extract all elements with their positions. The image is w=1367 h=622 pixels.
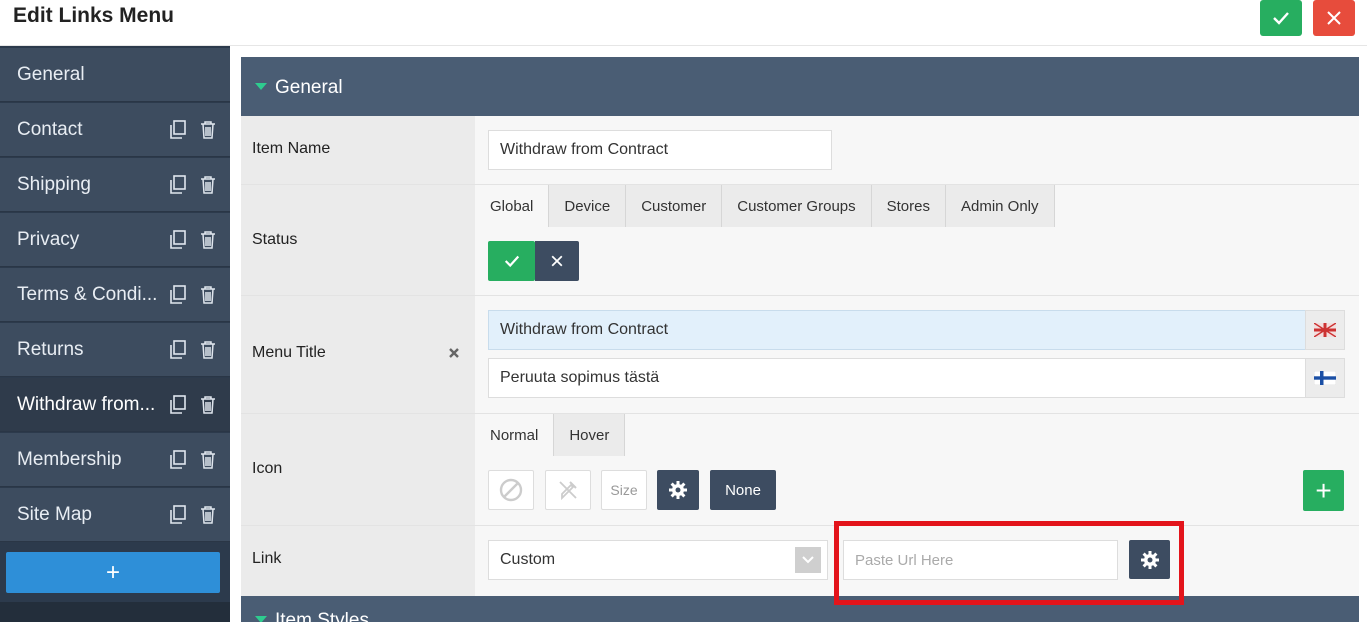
- dialog-header: Edit Links Menu: [0, 0, 1367, 46]
- icon-settings-button[interactable]: [657, 470, 699, 510]
- general-panel-header[interactable]: General: [241, 57, 1359, 116]
- icon-size-button[interactable]: Size: [601, 470, 647, 510]
- general-panel-body: Item Name Withdraw from Contract Status …: [241, 116, 1359, 596]
- item-styles-panel-header[interactable]: Item Styles: [241, 596, 1359, 622]
- close-button[interactable]: [1313, 0, 1355, 36]
- icon-label: Icon: [252, 460, 283, 477]
- sidebar-item-shipping[interactable]: Shipping: [0, 158, 230, 212]
- status-row: Status Global Device Customer Customer G…: [241, 185, 1359, 296]
- sidebar-item-label: Membership: [17, 449, 122, 470]
- tab-global[interactable]: Global: [475, 185, 550, 227]
- trash-icon[interactable]: [199, 175, 217, 195]
- gear-icon: [1140, 550, 1159, 569]
- trash-icon[interactable]: [199, 120, 217, 140]
- trash-icon[interactable]: [199, 230, 217, 250]
- sidebar-footer: [0, 602, 230, 622]
- sidebar: General Contact Shipping Privacy Terms &…: [0, 46, 230, 622]
- icon-tabs: Normal Hover: [475, 414, 626, 456]
- add-item-button[interactable]: +: [6, 552, 220, 593]
- caret-down-icon: [255, 83, 267, 90]
- sidebar-item-site-map[interactable]: Site Map: [0, 488, 230, 542]
- sidebar-item-label: Privacy: [17, 229, 80, 250]
- sidebar-item-label: Site Map: [17, 504, 92, 525]
- trash-icon[interactable]: [199, 285, 217, 305]
- copy-icon[interactable]: [169, 505, 187, 525]
- copy-icon[interactable]: [169, 340, 187, 360]
- clear-icon[interactable]: [448, 347, 460, 359]
- trash-icon[interactable]: [199, 340, 217, 360]
- copy-icon[interactable]: [169, 285, 187, 305]
- sidebar-item-general[interactable]: General: [0, 48, 230, 102]
- menu-title-fi-input[interactable]: Peruuta sopimus tästä: [488, 358, 1306, 398]
- no-icon-button[interactable]: [488, 470, 534, 510]
- item-name-row: Item Name Withdraw from Contract: [241, 116, 1359, 185]
- sidebar-item-terms[interactable]: Terms & Condi...: [0, 268, 230, 322]
- status-tabs: Global Device Customer Customer Groups S…: [475, 185, 1055, 227]
- close-icon: [551, 255, 563, 267]
- link-settings-button[interactable]: [1129, 540, 1170, 579]
- status-enable-toggle[interactable]: [488, 241, 535, 281]
- tab-device[interactable]: Device: [549, 185, 627, 227]
- tab-normal[interactable]: Normal: [475, 414, 555, 456]
- flag-uk-icon[interactable]: [1305, 310, 1345, 350]
- tab-admin-only[interactable]: Admin Only: [945, 185, 1055, 227]
- sidebar-item-withdraw[interactable]: Withdraw from...: [0, 378, 230, 432]
- check-icon: [1273, 12, 1289, 25]
- tab-stores[interactable]: Stores: [871, 185, 946, 227]
- panel-title: General: [275, 77, 343, 98]
- icon-row: Icon Normal Hover Size None +: [241, 414, 1359, 526]
- link-row: Link Custom Paste Url Here: [241, 526, 1359, 596]
- caret-down-icon: [255, 616, 267, 622]
- menu-title-en-input[interactable]: Withdraw from Contract: [488, 310, 1306, 350]
- menu-title-row: Menu Title Withdraw from Contract Peruut…: [241, 296, 1359, 414]
- panel-title: Item Styles: [275, 610, 369, 622]
- link-type-value: Custom: [500, 551, 556, 568]
- menu-title-label: Menu Title: [252, 344, 326, 361]
- trash-icon[interactable]: [199, 450, 217, 470]
- ban-icon: [499, 478, 523, 502]
- tab-hover[interactable]: Hover: [554, 414, 626, 456]
- add-icon-button[interactable]: +: [1303, 470, 1344, 511]
- tab-customer[interactable]: Customer: [626, 185, 723, 227]
- eyedropper-off-icon: [559, 481, 577, 501]
- chevron-down-icon[interactable]: [795, 547, 821, 573]
- sidebar-item-label: Withdraw from...: [17, 394, 156, 415]
- check-icon: [504, 255, 519, 268]
- sidebar-item-label: Shipping: [17, 174, 91, 195]
- copy-icon[interactable]: [169, 230, 187, 250]
- sidebar-item-returns[interactable]: Returns: [0, 323, 230, 377]
- trash-icon[interactable]: [199, 505, 217, 525]
- sidebar-item-label: Contact: [17, 119, 83, 140]
- item-name-label: Item Name: [252, 140, 331, 157]
- sidebar-item-privacy[interactable]: Privacy: [0, 213, 230, 267]
- sidebar-item-membership[interactable]: Membership: [0, 433, 230, 487]
- sidebar-item-label: Terms & Condi...: [17, 284, 158, 305]
- link-url-input[interactable]: Paste Url Here: [843, 540, 1118, 580]
- status-label: Status: [252, 231, 298, 248]
- main-panel: General Item Name Withdraw from Contract…: [230, 46, 1367, 622]
- status-disable-toggle[interactable]: [535, 241, 579, 281]
- link-type-select[interactable]: Custom: [488, 540, 828, 580]
- copy-icon[interactable]: [169, 395, 187, 415]
- close-icon: [1327, 11, 1341, 25]
- trash-icon[interactable]: [199, 395, 217, 415]
- no-color-button[interactable]: [545, 470, 591, 510]
- link-label: Link: [252, 550, 282, 567]
- icon-none-button[interactable]: None: [710, 470, 776, 510]
- sidebar-item-label: Returns: [17, 339, 84, 360]
- flag-finland-icon[interactable]: [1305, 358, 1345, 398]
- sidebar-item-contact[interactable]: Contact: [0, 103, 230, 157]
- dialog-title: Edit Links Menu: [13, 4, 175, 27]
- copy-icon[interactable]: [169, 175, 187, 195]
- tab-customer-groups[interactable]: Customer Groups: [722, 185, 872, 227]
- gear-icon: [669, 481, 687, 499]
- copy-icon[interactable]: [169, 450, 187, 470]
- save-button[interactable]: [1260, 0, 1302, 36]
- sidebar-item-label: General: [17, 64, 85, 85]
- copy-icon[interactable]: [169, 120, 187, 140]
- item-name-input[interactable]: Withdraw from Contract: [488, 130, 832, 170]
